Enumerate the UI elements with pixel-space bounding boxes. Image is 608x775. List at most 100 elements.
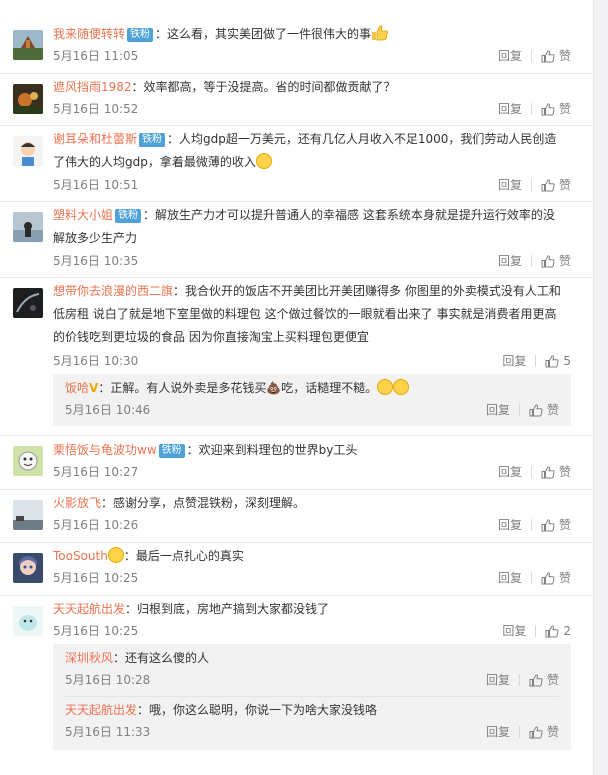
reply-button[interactable]: 回复 xyxy=(502,623,526,639)
comment-body: ：欢迎来到料理包的世界by工头 xyxy=(186,443,358,457)
comment-actions: 回复 赞 xyxy=(498,464,571,480)
comment-text: 火影放飞：感谢分享，点赞混铁粉，深刻理解。 xyxy=(53,492,563,515)
avatar[interactable] xyxy=(13,500,43,530)
like-button[interactable]: 赞 xyxy=(529,402,559,418)
like-button[interactable]: 赞 xyxy=(541,570,571,586)
reply-button[interactable]: 回复 xyxy=(486,672,510,688)
username-link[interactable]: 遮风挡雨1982 xyxy=(53,80,132,94)
username-link[interactable]: 塑料大小姐 xyxy=(53,208,113,222)
username-link[interactable]: TooSouth xyxy=(53,549,108,563)
reply-button[interactable]: 回复 xyxy=(498,177,522,193)
username-link[interactable]: 天天起航出发 xyxy=(53,602,125,616)
reply-button[interactable]: 回复 xyxy=(502,353,526,369)
reply-text: 深圳秋风：还有这么傻的人 xyxy=(65,647,559,670)
divider xyxy=(535,355,537,367)
like-label: 赞 xyxy=(546,673,559,687)
comment-item: TooSouth ：最后一点扎心的真实 5月16日 10:25 回复 赞 xyxy=(0,543,593,596)
reply-button[interactable]: 回复 xyxy=(498,48,522,64)
reply-time: 5月16日 11:33 xyxy=(65,725,151,739)
comment-text: TooSouth ：最后一点扎心的真实 xyxy=(53,545,563,568)
comment-item: 栗悟饭与龟波功ww 铁粉 ：欢迎来到料理包的世界by工头 5月16日 10:27 回… xyxy=(0,436,593,490)
comment-actions: 回复 2 xyxy=(502,623,571,639)
comment-actions: 回复 赞 xyxy=(498,253,571,269)
divider xyxy=(518,674,520,686)
comment-item: 谢耳朵和杜蕾斯 铁粉 ：人均gdp超一万美元，还有几亿人月收入不足1000，我们劳动… xyxy=(0,126,593,202)
like-button[interactable]: 赞 xyxy=(541,101,571,117)
comment-body: ：归根到底，房地产搞到大家都没钱了 xyxy=(125,602,330,616)
reply-time: 5月16日 10:28 xyxy=(65,673,151,687)
comment-text: 天天起航出发：归根到底，房地产搞到大家都没钱了 xyxy=(53,598,563,621)
avatar[interactable] xyxy=(13,136,43,166)
reply-box: 深圳秋风：还有这么傻的人 5月16日 10:28 回复 赞 天天起航出发：哦，你… xyxy=(53,644,571,750)
comment-actions: 回复 赞 xyxy=(498,101,571,117)
avatar[interactable] xyxy=(13,30,43,60)
thumbs-up-icon xyxy=(541,49,555,62)
reply-text: 饭哈V：正解。有人说外卖是多花钱买💩吃，话糙理不糙。 xyxy=(65,377,559,400)
username-link[interactable]: 我来随便转转 xyxy=(53,27,125,41)
thumbs-up-icon xyxy=(545,354,559,367)
comment-item: 想带你去浪漫的西二旗：我合伙开的饭店不开美团比开美团赚得多 你图里的外卖模式没有… xyxy=(0,278,593,436)
divider xyxy=(530,519,532,531)
username-link[interactable]: 深圳秋风 xyxy=(65,651,113,665)
thumbs-up-icon xyxy=(541,178,555,191)
comment-actions: 回复 赞 xyxy=(498,177,571,193)
username-link[interactable]: 想带你去浪漫的西二旗 xyxy=(53,284,173,298)
username-link[interactable]: 饭哈 xyxy=(65,381,89,395)
avatar[interactable] xyxy=(13,553,43,583)
like-label: 赞 xyxy=(558,254,571,268)
thumbs-up-icon xyxy=(529,403,543,416)
thumbs-up-icon xyxy=(541,102,555,115)
comment-body: ：感谢分享，点赞混铁粉，深刻理解。 xyxy=(101,496,306,510)
reply-time: 5月16日 10:46 xyxy=(65,403,151,417)
like-button[interactable]: 赞 xyxy=(541,517,571,533)
reply-text: 天天起航出发：哦，你这么聪明，你说一下为啥大家没钱咯 xyxy=(65,699,559,722)
reply-button[interactable]: 回复 xyxy=(498,253,522,269)
reply-button[interactable]: 回复 xyxy=(498,101,522,117)
smile-emoji-icon xyxy=(255,153,272,169)
comment-time: 5月16日 10:25 xyxy=(53,624,139,638)
reply-body: ：还有这么傻的人 xyxy=(113,651,210,665)
like-button[interactable]: 5 xyxy=(545,353,571,369)
reply-button[interactable]: 回复 xyxy=(486,724,510,740)
thumbs-up-icon xyxy=(541,254,555,267)
comment-text: 谢耳朵和杜蕾斯 铁粉 ：人均gdp超一万美元，还有几亿人月收入不足1000，我们劳动… xyxy=(53,128,563,174)
like-label: 赞 xyxy=(558,102,571,116)
like-label: 赞 xyxy=(558,178,571,192)
comment-text: 想带你去浪漫的西二旗：我合伙开的饭店不开美团比开美团赚得多 你图里的外卖模式没有… xyxy=(53,280,563,349)
like-button[interactable]: 赞 xyxy=(541,253,571,269)
comment-text: 栗悟饭与龟波功ww 铁粉 ：欢迎来到料理包的世界by工头 xyxy=(53,439,563,462)
divider xyxy=(530,179,532,191)
username-link[interactable]: 火影放飞 xyxy=(53,496,101,510)
avatar[interactable] xyxy=(13,212,43,242)
reply-actions: 回复 赞 xyxy=(486,402,559,418)
thumbs-up-icon xyxy=(541,465,555,478)
username-link[interactable]: 栗悟饭与龟波功ww xyxy=(53,443,157,457)
reply-button[interactable]: 回复 xyxy=(486,402,510,418)
comment-item: 火影放飞：感谢分享，点赞混铁粉，深刻理解。 5月16日 10:26 回复 赞 xyxy=(0,490,593,543)
reply-body: ：哦，你这么聪明，你说一下为啥大家没钱咯 xyxy=(137,703,378,717)
like-count: 2 xyxy=(563,624,571,638)
like-button[interactable]: 赞 xyxy=(529,672,559,688)
reply-button[interactable]: 回复 xyxy=(498,464,522,480)
like-button[interactable]: 2 xyxy=(545,623,571,639)
username-link[interactable]: 谢耳朵和杜蕾斯 xyxy=(53,132,137,146)
reply-button[interactable]: 回复 xyxy=(498,570,522,586)
verified-v-icon: V xyxy=(89,381,99,395)
like-button[interactable]: 赞 xyxy=(541,48,571,64)
avatar[interactable] xyxy=(13,84,43,114)
reply-button[interactable]: 回复 xyxy=(498,517,522,533)
username-link[interactable]: 天天起航出发 xyxy=(65,703,137,717)
avatar[interactable] xyxy=(13,288,43,318)
reply-box: 饭哈V：正解。有人说外卖是多花钱买💩吃，话糙理不糙。 5月16日 10:46 回… xyxy=(53,374,571,426)
thumbs-up-icon xyxy=(529,673,543,686)
reply-actions: 回复 赞 xyxy=(486,672,559,688)
comment-time: 5月16日 10:27 xyxy=(53,465,139,479)
avatar[interactable] xyxy=(13,446,43,476)
like-button[interactable]: 赞 xyxy=(541,464,571,480)
like-button[interactable]: 赞 xyxy=(541,177,571,193)
like-button[interactable]: 赞 xyxy=(529,724,559,740)
comment-body: ：效率都高，等于没提高。省的时间都做贡献了？ xyxy=(131,80,396,94)
avatar[interactable] xyxy=(13,606,43,636)
comment-item: 塑料大小姐 铁粉 ：解放生产力才可以提升普通人的幸福感 这套系统本身就是提升运行效率… xyxy=(0,202,593,278)
like-label: 赞 xyxy=(558,465,571,479)
